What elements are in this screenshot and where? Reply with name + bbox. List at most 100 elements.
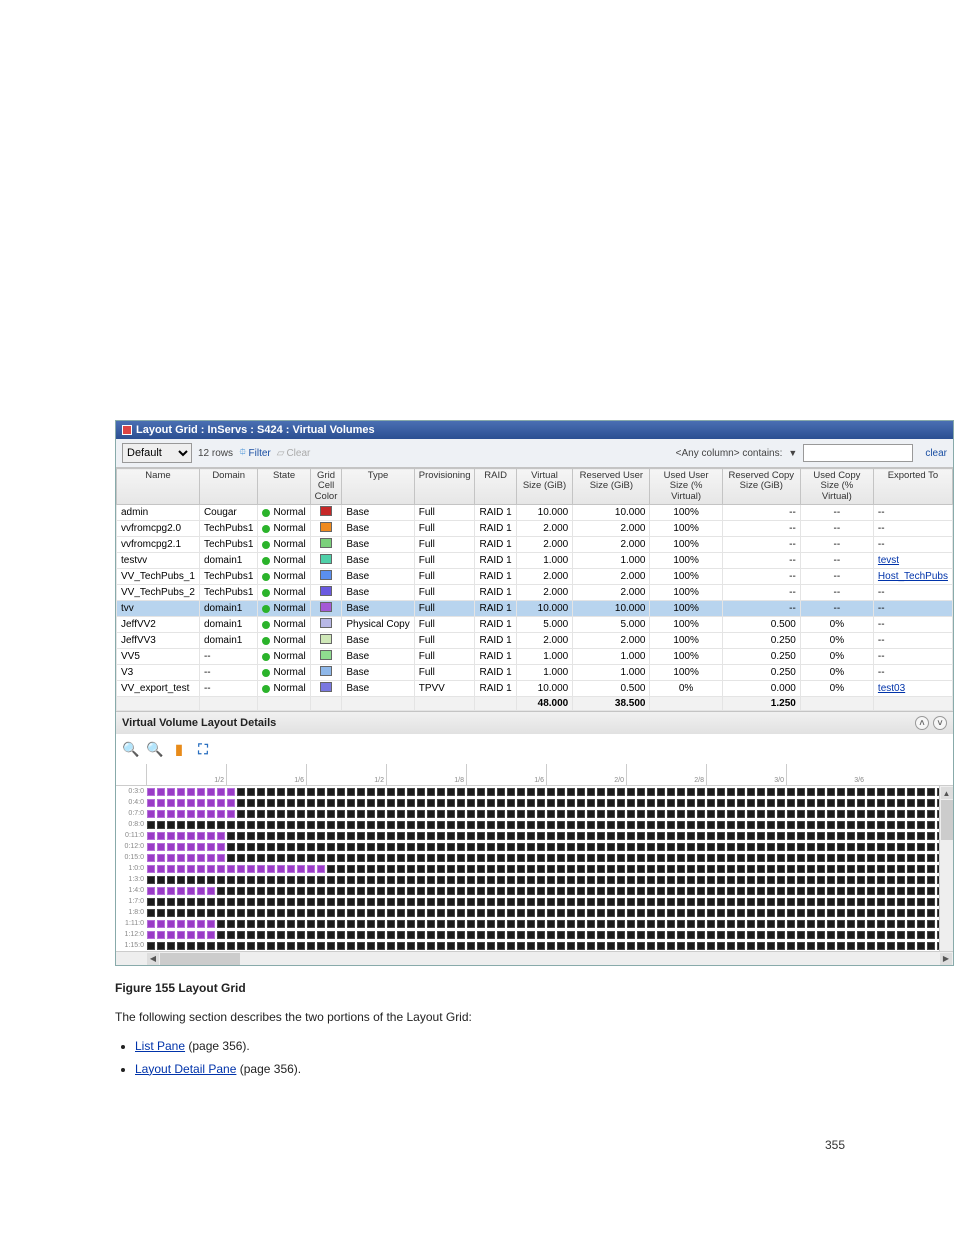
matrix-cell[interactable] [447, 887, 455, 895]
matrix-cell[interactable] [657, 865, 665, 873]
matrix-cell[interactable] [157, 909, 165, 917]
matrix-cell[interactable] [767, 810, 775, 818]
matrix-cell[interactable] [737, 909, 745, 917]
column-header[interactable]: Provisioning [414, 469, 475, 505]
matrix-cell[interactable] [627, 887, 635, 895]
matrix-cell[interactable] [747, 832, 755, 840]
matrix-cell[interactable] [617, 788, 625, 796]
matrix-cell[interactable] [617, 821, 625, 829]
matrix-cell[interactable] [417, 909, 425, 917]
matrix-cell[interactable] [157, 854, 165, 862]
matrix-cell[interactable] [657, 909, 665, 917]
matrix-cell[interactable] [857, 788, 865, 796]
matrix-cell[interactable] [397, 876, 405, 884]
matrix-cell[interactable] [307, 942, 315, 950]
matrix-cell[interactable] [597, 909, 605, 917]
matrix-cell[interactable] [147, 931, 155, 939]
column-header[interactable]: Domain [199, 469, 257, 505]
matrix-cell[interactable] [257, 909, 265, 917]
matrix-cell[interactable] [527, 810, 535, 818]
matrix-cell[interactable] [807, 920, 815, 928]
matrix-cell[interactable] [577, 887, 585, 895]
matrix-cell[interactable] [917, 942, 925, 950]
matrix-cell[interactable] [397, 920, 405, 928]
matrix-cell[interactable] [357, 832, 365, 840]
matrix-cell[interactable] [527, 909, 535, 917]
matrix-cell[interactable] [497, 788, 505, 796]
matrix-cell[interactable] [677, 887, 685, 895]
matrix-cell[interactable] [477, 810, 485, 818]
matrix-cell[interactable] [537, 931, 545, 939]
matrix-cell[interactable] [277, 810, 285, 818]
matrix-cell[interactable] [257, 788, 265, 796]
matrix-cell[interactable] [267, 942, 275, 950]
matrix-cell[interactable] [377, 909, 385, 917]
exported-to-link[interactable]: test03 [878, 683, 905, 694]
matrix-cell[interactable] [747, 887, 755, 895]
matrix-cell[interactable] [197, 854, 205, 862]
matrix-cell[interactable] [727, 832, 735, 840]
matrix-cell[interactable] [187, 810, 195, 818]
matrix-cell[interactable] [497, 810, 505, 818]
matrix-cell[interactable] [597, 931, 605, 939]
matrix-cell[interactable] [537, 920, 545, 928]
matrix-cell[interactable] [767, 898, 775, 906]
matrix-cell[interactable] [247, 788, 255, 796]
matrix-cell[interactable] [727, 887, 735, 895]
matrix-cell[interactable] [457, 920, 465, 928]
matrix-cell[interactable] [897, 887, 905, 895]
matrix-cell[interactable] [717, 821, 725, 829]
column-header[interactable]: Used User Size (% Virtual) [650, 469, 722, 505]
matrix-cell[interactable] [627, 898, 635, 906]
matrix-cell[interactable] [367, 854, 375, 862]
matrix-cell[interactable] [327, 920, 335, 928]
matrix-cell[interactable] [447, 876, 455, 884]
matrix-cell[interactable] [567, 931, 575, 939]
matrix-cell[interactable] [317, 887, 325, 895]
matrix-cell[interactable] [767, 887, 775, 895]
matrix-cell[interactable] [597, 865, 605, 873]
matrix-cell[interactable] [387, 942, 395, 950]
matrix-cell[interactable] [277, 887, 285, 895]
matrix-cell[interactable] [697, 887, 705, 895]
matrix-cell[interactable] [627, 909, 635, 917]
matrix-cell[interactable] [177, 931, 185, 939]
matrix-cell[interactable] [527, 887, 535, 895]
matrix-cell[interactable] [807, 876, 815, 884]
matrix-cell[interactable] [327, 843, 335, 851]
matrix-cell[interactable] [387, 898, 395, 906]
matrix-cell[interactable] [497, 909, 505, 917]
matrix-cell[interactable] [917, 865, 925, 873]
matrix-cell[interactable] [247, 843, 255, 851]
matrix-cell[interactable] [907, 843, 915, 851]
matrix-cell[interactable] [467, 887, 475, 895]
matrix-cell[interactable] [837, 909, 845, 917]
matrix-cell[interactable] [237, 799, 245, 807]
matrix-cell[interactable] [327, 810, 335, 818]
matrix-cell[interactable] [477, 865, 485, 873]
matrix-cell[interactable] [857, 920, 865, 928]
matrix-cell[interactable] [657, 821, 665, 829]
matrix-cell[interactable] [407, 887, 415, 895]
matrix-cell[interactable] [847, 832, 855, 840]
matrix-cell[interactable] [807, 931, 815, 939]
matrix-cell[interactable] [597, 821, 605, 829]
table-row[interactable]: VV_export_test--NormalBaseTPVVRAID 110.0… [117, 681, 953, 697]
matrix-cell[interactable] [317, 799, 325, 807]
matrix-cell[interactable] [247, 854, 255, 862]
matrix-cell[interactable] [697, 876, 705, 884]
matrix-cell[interactable] [897, 843, 905, 851]
matrix-cell[interactable] [777, 909, 785, 917]
matrix-cell[interactable] [357, 810, 365, 818]
column-header[interactable]: Type [342, 469, 414, 505]
matrix-cell[interactable] [737, 887, 745, 895]
column-header[interactable]: Reserved Copy Size (GiB) [722, 469, 800, 505]
matrix-cell[interactable] [777, 942, 785, 950]
matrix-cell[interactable] [727, 865, 735, 873]
matrix-cell[interactable] [687, 843, 695, 851]
matrix-cell[interactable] [627, 942, 635, 950]
matrix-cell[interactable] [417, 854, 425, 862]
matrix-cell[interactable] [227, 909, 235, 917]
matrix-cell[interactable] [807, 942, 815, 950]
matrix-cell[interactable] [707, 865, 715, 873]
